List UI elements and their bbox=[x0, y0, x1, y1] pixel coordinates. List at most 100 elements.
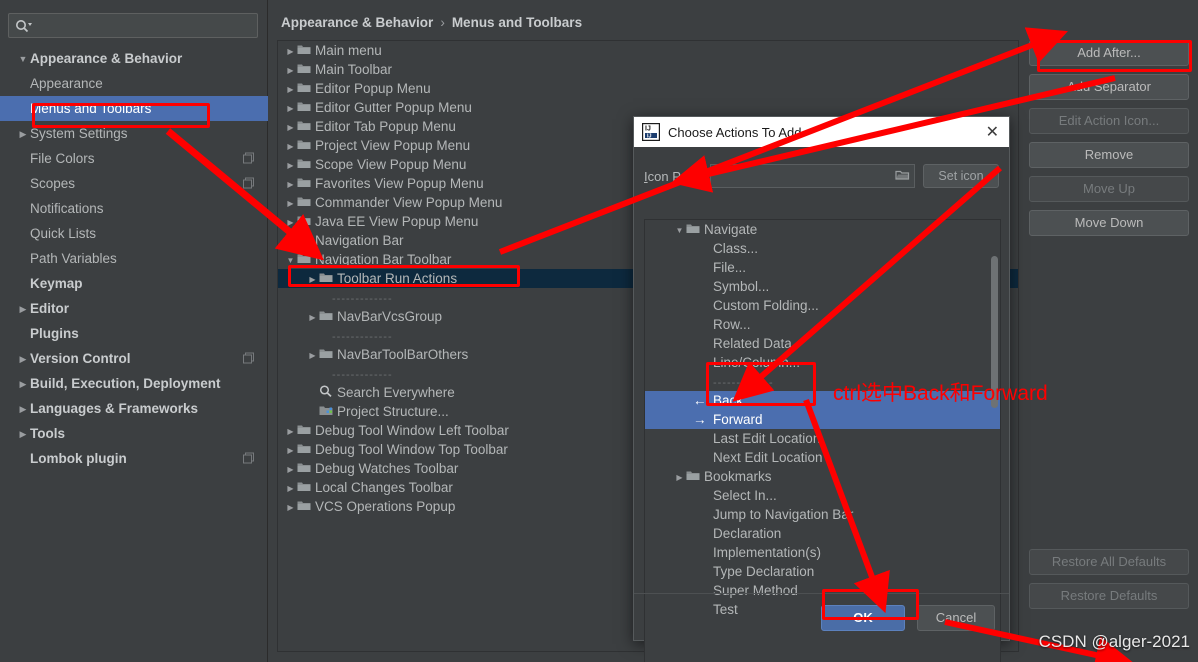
breadcrumb: Appearance & Behavior › Menus and Toolbars bbox=[281, 15, 582, 30]
move-down-button[interactable]: Move Down bbox=[1029, 210, 1189, 236]
twisty-collapsed-icon[interactable]: ▶ bbox=[673, 468, 686, 487]
action-separator[interactable]: ------------- bbox=[645, 372, 1000, 391]
settings-search-box[interactable] bbox=[8, 13, 258, 38]
copy-settings-icon[interactable] bbox=[243, 446, 254, 471]
action-list-item[interactable]: Select In... bbox=[645, 486, 1000, 505]
dialog-list-scrollbar[interactable] bbox=[991, 256, 998, 408]
twisty-collapsed-icon[interactable]: ▶ bbox=[284, 137, 297, 156]
action-list-item[interactable]: Symbol... bbox=[645, 277, 1000, 296]
copy-settings-icon[interactable] bbox=[243, 346, 254, 371]
twisty-collapsed-icon[interactable]: ▶ bbox=[284, 194, 297, 213]
tree-row[interactable]: ▶ Main menu bbox=[278, 41, 1018, 60]
action-list-item[interactable]: Jump to Navigation Bar bbox=[645, 505, 1000, 524]
twisty-collapsed-icon[interactable]: ▶ bbox=[284, 80, 297, 99]
tree-row-label: Project Structure... bbox=[337, 404, 449, 419]
sidebar-item-menus-and-toolbars[interactable]: Menus and Toolbars bbox=[0, 96, 268, 121]
action-list-item[interactable]: File... bbox=[645, 258, 1000, 277]
sidebar-item-system-settings[interactable]: ▶ System Settings bbox=[0, 121, 268, 146]
action-list-item[interactable]: Custom Folding... bbox=[645, 296, 1000, 315]
breadcrumb-parent[interactable]: Appearance & Behavior bbox=[281, 15, 433, 30]
sidebar-item-tools[interactable]: ▶ Tools bbox=[0, 421, 268, 446]
twisty-collapsed-icon[interactable]: ▶ bbox=[284, 61, 297, 80]
action-list-item[interactable]: Next Edit Location bbox=[645, 448, 1000, 467]
sidebar-item-lombok-plugin[interactable]: Lombok plugin bbox=[0, 446, 268, 471]
twisty-collapsed-icon[interactable]: ▶ bbox=[16, 347, 30, 372]
twisty-collapsed-icon[interactable]: ▶ bbox=[284, 175, 297, 194]
twisty-collapsed-icon[interactable]: ▶ bbox=[284, 441, 297, 460]
sidebar-item-plugins[interactable]: Plugins bbox=[0, 321, 268, 346]
action-list-item[interactable]: Row... bbox=[645, 315, 1000, 334]
search-input[interactable] bbox=[35, 18, 257, 33]
action-list-item[interactable]: Related Data bbox=[645, 334, 1000, 353]
twisty-expanded-icon[interactable]: ▼ bbox=[284, 251, 297, 270]
tree-row[interactable]: ▶ Main Toolbar bbox=[278, 60, 1018, 79]
sidebar-item-scopes[interactable]: Scopes bbox=[0, 171, 268, 196]
twisty-collapsed-icon[interactable]: ▶ bbox=[284, 99, 297, 118]
sidebar-item-path-variables[interactable]: Path Variables bbox=[0, 246, 268, 271]
action-list-item[interactable]: Declaration bbox=[645, 524, 1000, 543]
action-list-item[interactable]: Implementation(s) bbox=[645, 543, 1000, 562]
twisty-collapsed-icon[interactable]: ▶ bbox=[16, 122, 30, 147]
twisty-collapsed-icon[interactable]: ▶ bbox=[284, 479, 297, 498]
action-list-item[interactable]: ▶ Bookmarks bbox=[645, 467, 1000, 486]
folder-icon bbox=[319, 307, 337, 326]
twisty-collapsed-icon[interactable]: ▶ bbox=[284, 460, 297, 479]
twisty-collapsed-icon[interactable]: ▶ bbox=[284, 156, 297, 175]
action-item-label: Next Edit Location bbox=[713, 450, 823, 465]
add-after-button[interactable]: Add After... bbox=[1029, 40, 1189, 66]
twisty-collapsed-icon[interactable]: ▶ bbox=[16, 397, 30, 422]
sidebar-item-appearance-behavior[interactable]: ▼ Appearance & Behavior bbox=[0, 46, 268, 71]
copy-settings-icon[interactable] bbox=[243, 171, 254, 196]
twisty-collapsed-icon[interactable]: ▶ bbox=[284, 422, 297, 441]
ok-button[interactable]: OK bbox=[821, 604, 905, 631]
twisty-collapsed-icon[interactable]: ▶ bbox=[284, 232, 297, 251]
twisty-expanded-icon[interactable]: ▼ bbox=[673, 221, 686, 240]
tree-row[interactable]: ▶ Editor Gutter Popup Menu bbox=[278, 98, 1018, 117]
sidebar-item-build-execution-deployment[interactable]: ▶ Build, Execution, Deployment bbox=[0, 371, 268, 396]
icon-path-field[interactable] bbox=[710, 164, 915, 188]
sidebar-item-appearance[interactable]: Appearance bbox=[0, 71, 268, 96]
action-list-item[interactable]: Class... bbox=[645, 239, 1000, 258]
twisty-collapsed-icon[interactable]: ▶ bbox=[284, 498, 297, 517]
sidebar-item-languages-frameworks[interactable]: ▶ Languages & Frameworks bbox=[0, 396, 268, 421]
twisty-collapsed-icon[interactable]: ▶ bbox=[16, 297, 30, 322]
twisty-collapsed-icon[interactable]: ▶ bbox=[16, 372, 30, 397]
twisty-collapsed-icon[interactable]: ▶ bbox=[284, 42, 297, 61]
folder-open-icon[interactable] bbox=[895, 169, 910, 184]
folder-icon bbox=[297, 421, 315, 440]
copy-settings-icon[interactable] bbox=[243, 146, 254, 171]
tree-row[interactable]: ▶ Editor Popup Menu bbox=[278, 79, 1018, 98]
sidebar-item-label: File Colors bbox=[30, 151, 95, 166]
sidebar-item-file-colors[interactable]: File Colors bbox=[0, 146, 268, 171]
set-icon-button[interactable]: Set icon bbox=[923, 164, 999, 188]
twisty-collapsed-icon[interactable]: ▶ bbox=[306, 308, 319, 327]
sidebar-item-editor[interactable]: ▶ Editor bbox=[0, 296, 268, 321]
action-list-item[interactable]: Type Declaration bbox=[645, 562, 1000, 581]
action-list-item[interactable]: Last Edit Location bbox=[645, 429, 1000, 448]
sidebar-item-version-control[interactable]: ▶ Version Control bbox=[0, 346, 268, 371]
sidebar-item-quick-lists[interactable]: Quick Lists bbox=[0, 221, 268, 246]
twisty-collapsed-icon[interactable]: ▶ bbox=[16, 422, 30, 447]
cancel-button[interactable]: Cancel bbox=[917, 604, 995, 631]
twisty-collapsed-icon[interactable]: ▶ bbox=[284, 213, 297, 232]
add-separator-button[interactable]: Add Separator bbox=[1029, 74, 1189, 100]
icon-path-input[interactable] bbox=[715, 169, 895, 183]
sidebar-item-notifications[interactable]: Notifications bbox=[0, 196, 268, 221]
remove-button[interactable]: Remove bbox=[1029, 142, 1189, 168]
close-icon[interactable]: ✕ bbox=[982, 122, 1003, 142]
action-list-item[interactable]: ▼ Navigate bbox=[645, 220, 1000, 239]
action-list-item[interactable]: Line/Column... bbox=[645, 353, 1000, 372]
sidebar-item-keymap[interactable]: Keymap bbox=[0, 271, 268, 296]
sidebar-item-label: System Settings bbox=[30, 126, 128, 141]
project-icon bbox=[319, 402, 337, 421]
twisty-collapsed-icon[interactable]: ▶ bbox=[284, 118, 297, 137]
sidebar-item-label: Notifications bbox=[30, 201, 104, 216]
separator-label: ------------- bbox=[713, 377, 774, 389]
twisty-collapsed-icon[interactable]: ▶ bbox=[306, 270, 319, 289]
tree-row-label: VCS Operations Popup bbox=[315, 499, 456, 514]
twisty-collapsed-icon[interactable]: ▶ bbox=[306, 346, 319, 365]
twisty-expanded-icon[interactable]: ▼ bbox=[16, 47, 30, 72]
action-list-item[interactable]: ← Back bbox=[645, 391, 1000, 410]
action-list-item[interactable]: → Forward bbox=[645, 410, 1000, 429]
tree-row-label: Editor Popup Menu bbox=[315, 81, 431, 96]
